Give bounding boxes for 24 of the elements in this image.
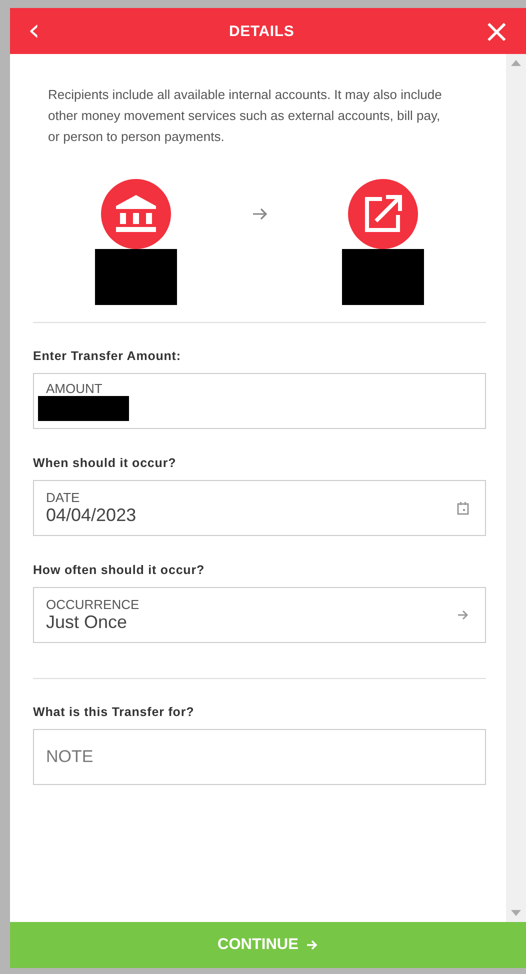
scroll-up-icon[interactable] [511,60,521,66]
occurrence-field[interactable]: OCCURRENCE Just Once [33,587,486,643]
bank-icon [101,179,171,249]
field-label: DATE [46,490,81,505]
field-label: OCCURRENCE [46,597,140,612]
date-field[interactable]: DATE 04/04/2023 [33,480,486,536]
question-label: What is this Transfer for? [33,705,196,719]
question-label: How often should it occur? [33,563,206,577]
field-value: Just Once [46,612,128,633]
scroll-down-icon[interactable] [511,910,521,916]
calendar-icon[interactable] [457,502,469,514]
header-title: DETAILS [229,22,294,40]
question-label: When should it occur? [33,456,178,470]
intro-text: Recipients include all available internal accounts. It may also include other money movement services such as external accounts, bill pay, or person to person payments. [48,86,443,146]
field-value: 04/04/2023 [46,505,138,526]
close-button[interactable]: × [479,15,514,47]
question-label: Enter Transfer Amount: [33,349,182,363]
external-link-icon [348,179,418,249]
field-label: AMOUNT [46,381,104,396]
amount-field[interactable]: AMOUNT [33,373,486,429]
arrow-right-icon[interactable] [457,609,469,621]
back-button[interactable]: ‹ [24,16,44,46]
arrow-right-icon [306,939,318,951]
note-field[interactable]: NOTE [33,729,486,785]
